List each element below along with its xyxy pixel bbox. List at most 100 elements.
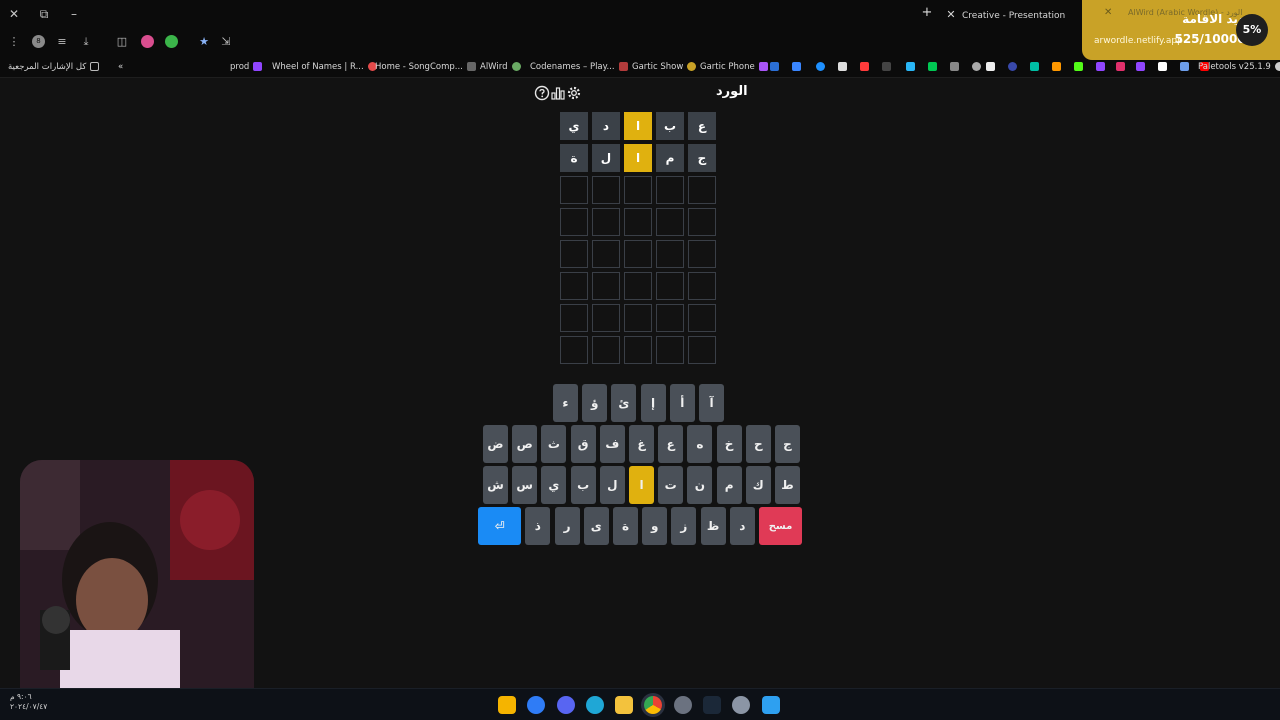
help-icon[interactable] (534, 85, 550, 101)
edge-icon[interactable] (586, 696, 604, 714)
bookmark-favicon-icon[interactable] (1096, 62, 1105, 71)
keyboard-key[interactable]: د (729, 507, 755, 545)
chevron-left-icon[interactable]: « (118, 59, 123, 75)
keyboard-key[interactable]: ي (541, 466, 567, 504)
bookmark-favicon-icon[interactable] (1052, 62, 1061, 71)
bookmark-favicon-icon[interactable] (860, 62, 869, 71)
keyboard-key[interactable]: ض (483, 425, 508, 463)
keyboard-key[interactable]: ح (745, 425, 771, 463)
keyboard-key[interactable]: ط (775, 466, 800, 504)
keyboard-key[interactable]: ه (687, 425, 713, 463)
keyboard-key[interactable]: ء (553, 384, 578, 422)
bookmark-alwird[interactable]: AlWird (480, 59, 521, 75)
bookmark-favicon-icon[interactable] (1180, 62, 1189, 71)
keyboard-key[interactable]: س (512, 466, 538, 504)
bookmark-favicon-icon[interactable] (1136, 62, 1145, 71)
bookmark-favicon-icon[interactable] (1074, 62, 1083, 71)
board-tile (656, 272, 684, 300)
keyboard-key[interactable]: ل (599, 466, 625, 504)
keyboard-key[interactable]: ة (613, 507, 638, 545)
extension-icon[interactable] (141, 35, 154, 48)
bookmark-favicon-icon[interactable] (816, 62, 825, 71)
keyboard-key[interactable]: ف (599, 425, 625, 463)
bookmark-favicon-icon[interactable] (928, 62, 937, 71)
steam-icon[interactable] (703, 696, 721, 714)
bookmark-all[interactable]: كل الإشارات المرجعية (8, 59, 100, 75)
keyboard-key[interactable]: ظ (700, 507, 726, 545)
clock-date: ٢٠٢٤/٠٧/٤٧ (10, 702, 48, 711)
close-icon[interactable]: ✕ (6, 6, 22, 22)
bookmark-star-icon[interactable]: ★ (196, 34, 212, 50)
restore-icon[interactable]: ⧉ (36, 6, 52, 22)
download-icon[interactable]: ⤓ (78, 34, 94, 50)
bookmark-favicon-icon[interactable] (838, 62, 847, 71)
extensions-icon[interactable]: ◫ (114, 34, 130, 50)
bookmark-favicon-icon[interactable] (1008, 62, 1017, 71)
bookmark-prod[interactable]: prod (230, 59, 263, 75)
stats-icon[interactable] (550, 85, 566, 101)
bookmark-favicon-icon[interactable] (1116, 62, 1125, 71)
shield-icon[interactable] (165, 35, 178, 48)
enter-key[interactable]: ⏎ (478, 507, 522, 545)
keyboard-key[interactable]: خ (716, 425, 742, 463)
keyboard-key[interactable]: ز (671, 507, 697, 545)
keyboard-key[interactable]: آ (699, 384, 724, 422)
tab-close-icon[interactable]: ✕ (1104, 7, 1112, 18)
menu-icon[interactable]: ⋮ (6, 34, 22, 50)
keyboard-key[interactable]: أ (669, 384, 695, 422)
bookmark-favicon-icon[interactable] (950, 62, 959, 71)
share-icon[interactable]: ⇲ (218, 34, 234, 50)
delete-key[interactable]: مسح (759, 507, 802, 545)
bookmark-favicon-icon[interactable] (882, 62, 891, 71)
rockstar-icon[interactable] (498, 696, 516, 714)
settings-icon[interactable] (732, 696, 750, 714)
tab-search-icon[interactable]: ≡ (54, 34, 70, 50)
bookmark-favicon-icon[interactable] (986, 62, 995, 71)
bookmark-gartic-phone[interactable]: Gartic Phone (700, 59, 768, 75)
keyboard-key[interactable]: ج (775, 425, 800, 463)
minimize-icon[interactable]: – (66, 6, 82, 22)
bookmark-favicon-icon[interactable] (906, 62, 915, 71)
keyboard-key[interactable]: ص (512, 425, 538, 463)
discord-icon[interactable] (557, 696, 575, 714)
bookmark-wheel[interactable]: Wheel of Names | R... (272, 59, 377, 75)
keyboard-key[interactable]: غ (629, 425, 654, 463)
x-icon[interactable] (1158, 62, 1167, 71)
bookmark-favicon-icon[interactable] (1030, 62, 1039, 71)
keyboard-key[interactable]: ؤ (582, 384, 608, 422)
keyboard-key[interactable]: ش (483, 466, 508, 504)
windows-start-icon[interactable] (762, 696, 780, 714)
keyboard-key[interactable]: ئ (611, 384, 637, 422)
bookmark-favicon-icon[interactable] (792, 62, 801, 71)
keyboard-key[interactable]: ا (629, 466, 654, 504)
keyboard-key[interactable]: ك (745, 466, 771, 504)
file-explorer-icon[interactable] (615, 696, 633, 714)
bookmark-codenames[interactable]: Codenames – Play... (530, 59, 628, 75)
keyboard-key[interactable]: ب (570, 466, 596, 504)
new-tab-button[interactable]: + (920, 5, 934, 21)
keyboard-key[interactable]: و (642, 507, 668, 545)
profile-avatar[interactable]: 8 (32, 35, 45, 48)
bookmark-favicon-icon[interactable] (770, 62, 779, 71)
bookmark-favicon-icon[interactable] (972, 62, 981, 71)
keyboard-key[interactable]: ى (583, 507, 609, 545)
keyboard-key[interactable]: ر (554, 507, 580, 545)
bookmark-songcomp[interactable]: Home - SongComp... (375, 59, 476, 75)
app-icon[interactable] (674, 696, 692, 714)
keyboard-key[interactable]: م (716, 466, 742, 504)
keyboard-key[interactable]: ن (687, 466, 713, 504)
song-icon (466, 62, 476, 71)
bookmark-gartic-show[interactable]: Gartic Show (632, 59, 697, 75)
keyboard-key[interactable]: ذ (525, 507, 551, 545)
keyboard-key[interactable]: ق (570, 425, 596, 463)
keyboard-key[interactable]: ت (658, 466, 684, 504)
tab-close-icon[interactable]: ✕ (944, 4, 958, 26)
copilot-icon[interactable] (527, 696, 545, 714)
keyboard-key[interactable]: ع (658, 425, 684, 463)
keyboard-key[interactable]: ث (541, 425, 567, 463)
keyboard-key[interactable]: إ (640, 384, 666, 422)
tab-creative[interactable]: ✕ Creative - Presentation (944, 4, 1065, 26)
bookmark-paletools[interactable]: Paletools v25.1.9 (1198, 59, 1280, 75)
chrome-icon[interactable] (644, 696, 662, 714)
gear-icon[interactable] (566, 85, 582, 101)
